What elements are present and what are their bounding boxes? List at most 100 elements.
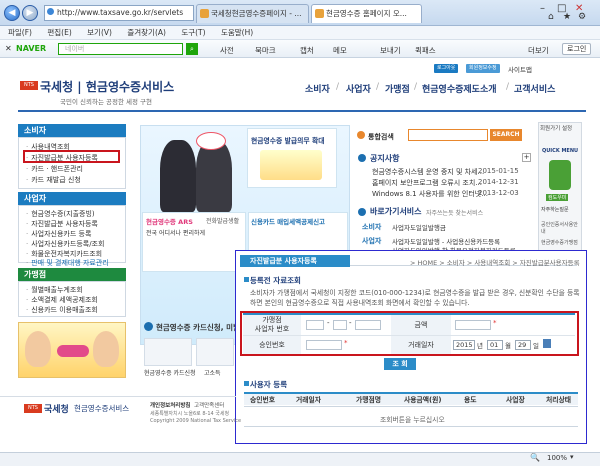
- zoom-dropdown-icon[interactable]: ▾: [570, 453, 574, 461]
- member-edit-button[interactable]: 회원정보수정: [466, 64, 500, 73]
- gnb-consumer[interactable]: 소비자: [305, 82, 330, 95]
- lnb-biz-self-issued[interactable]: 자진발급분 사용자등록: [26, 219, 98, 229]
- logout-button[interactable]: 로그아웃: [434, 64, 459, 73]
- lnb-small-payment[interactable]: 소액결제 세액공제조회: [26, 295, 98, 305]
- high-income-tile[interactable]: [196, 338, 234, 366]
- tab-2[interactable]: 현금영수증 홈페이지 오...: [311, 4, 422, 23]
- footer-logo-text: 국세청: [44, 405, 69, 415]
- promo-person-image: [25, 331, 51, 367]
- zoom-level[interactable]: 100%: [547, 454, 567, 462]
- naver-search-input[interactable]: 네이버: [58, 43, 183, 55]
- lnb-consumer-header[interactable]: 소비자: [18, 124, 126, 137]
- nts-logo: NTS: [20, 81, 38, 90]
- sitemap-link[interactable]: 사이트맵: [508, 64, 532, 74]
- dictionary-button[interactable]: 사전: [220, 45, 234, 56]
- site-logo-title[interactable]: 국세청 | 현금영수증서비스: [40, 78, 174, 95]
- guide-bullet-icon: [358, 208, 366, 216]
- address-bar[interactable]: http://www.taxsave.go.kr/servlets: [44, 5, 194, 21]
- helper-label[interactable]: 컴도우미: [546, 194, 569, 201]
- notice-item[interactable]: Windows 8.1 사용자를 위한 인터넷...: [372, 189, 488, 199]
- col-approval-number: 승인번호: [250, 396, 276, 404]
- banner-model-image: [196, 140, 232, 212]
- footer-address: 세종특별자치시 노을6로 8-14 국세청: [150, 411, 230, 417]
- privacy-policy-link[interactable]: 개인정보처리방침: [150, 401, 190, 409]
- minimize-icon[interactable]: –: [540, 3, 545, 14]
- cert-guide-link[interactable]: 공인인증서사용안내: [541, 222, 581, 236]
- bookmark-button[interactable]: 북마크: [255, 45, 276, 56]
- forward-button[interactable]: ▶: [22, 5, 38, 21]
- menu-help[interactable]: 도움말(H): [221, 28, 253, 37]
- gnb-merchant[interactable]: 가맹점: [385, 82, 410, 95]
- quick-service-sub: 자주쓰는듯 찾는서비스: [426, 210, 484, 217]
- lnb-credit-sales[interactable]: 신용카드 이용매출조회: [26, 305, 98, 315]
- menu-file[interactable]: 파일(F): [8, 28, 32, 37]
- menu-favorites[interactable]: 즐겨찾기(A): [127, 28, 166, 37]
- query-button[interactable]: 조 회: [384, 358, 416, 370]
- customer-center-link[interactable]: 고객만족센터: [194, 401, 224, 409]
- bullet-icon: [144, 322, 153, 331]
- faq-link[interactable]: 자주하는질문: [541, 206, 569, 213]
- lnb-monthly-sales[interactable]: 월별매출누계조회: [26, 285, 83, 295]
- card-apply-link[interactable]: 현금영수증 카드신청: [144, 368, 196, 377]
- status-bar: [0, 452, 600, 466]
- menu-edit[interactable]: 편집(E): [47, 28, 71, 37]
- guide-consumer-item[interactable]: 사업자도일일발행금: [392, 222, 446, 232]
- back-button[interactable]: ◀: [4, 5, 20, 21]
- lnb-sales-agency[interactable]: 판매 및 결제대행 자료관리: [26, 258, 109, 268]
- lnb-card-reissue[interactable]: 카드 재발급 신청: [26, 175, 81, 185]
- high-income-link[interactable]: 고소득: [204, 368, 221, 377]
- more-button[interactable]: 더보기: [528, 45, 549, 56]
- naver-search-icon[interactable]: ⌕: [186, 43, 198, 55]
- lnb-biz-card-query[interactable]: 사업자신용카드등록/조회: [26, 239, 104, 249]
- gnb-divider: /: [506, 82, 510, 92]
- memo-button[interactable]: 메모: [333, 45, 347, 56]
- lnb-merchant-header[interactable]: 가맹점: [18, 268, 126, 281]
- login-button[interactable]: 로그인: [562, 43, 592, 55]
- col-merchant-name: 가맹점명: [356, 396, 382, 404]
- footer-divider: [0, 396, 236, 397]
- zoom-icon[interactable]: 🔍: [530, 453, 540, 462]
- notice-more-icon[interactable]: +: [522, 153, 531, 162]
- promo-person-image: [93, 331, 119, 367]
- home-icon[interactable]: ⌂: [548, 12, 554, 22]
- footer-service-text: 현금영수증서비스: [74, 404, 130, 413]
- favorites-icon[interactable]: ★: [563, 12, 571, 22]
- search-button[interactable]: SEARCH: [490, 129, 522, 141]
- gnb-business[interactable]: 사업자: [346, 82, 371, 95]
- card-apply-tile[interactable]: [144, 338, 192, 366]
- menu-tools[interactable]: 도구(T): [181, 28, 205, 37]
- gnb-customer-service[interactable]: 고객서비스: [514, 82, 555, 95]
- section-pre-query-title: 등록전 자료조회: [250, 276, 301, 285]
- send-button[interactable]: 보내기: [380, 45, 401, 56]
- capture-button[interactable]: 캡처: [300, 45, 314, 56]
- site-tagline: 국민이 신뢰하는 공정한 세정 구현: [60, 98, 152, 106]
- ars-line: 전국 어디서나 편리하게: [146, 230, 206, 237]
- helper-character-icon[interactable]: [549, 160, 571, 190]
- gnb-system-intro[interactable]: 현금영수증제도소개: [422, 82, 497, 95]
- notice-title[interactable]: 공지사항: [370, 153, 399, 164]
- gear-icon[interactable]: ⚙: [578, 12, 586, 22]
- promo-banner-image[interactable]: [18, 322, 126, 378]
- gnb-divider: /: [376, 82, 380, 92]
- menu-view[interactable]: 보기(V): [87, 28, 112, 37]
- quick-settings-link[interactable]: 회원가기 설정: [540, 124, 572, 132]
- close-toolbar-icon[interactable]: ✕: [5, 44, 12, 53]
- guide-business-label: 사업자: [362, 237, 382, 245]
- notice-item[interactable]: 홈페이지 보안프로그램 오류시 조치...: [372, 178, 482, 188]
- quickpass-button[interactable]: 퀵패스: [415, 45, 436, 56]
- integrated-search-input[interactable]: [408, 129, 488, 141]
- section-bullet-icon: [244, 277, 249, 282]
- panel-title: 자진발급분 사용자등록: [240, 255, 350, 267]
- gnb-underline: [18, 110, 586, 112]
- lnb-business-header[interactable]: 사업자: [18, 192, 126, 205]
- card-apply-title: 현금영수증 카드신청, 미발급: [156, 323, 247, 332]
- notice-date: 2014-12-31: [478, 178, 519, 186]
- search-bullet-icon: [357, 131, 365, 139]
- col-transaction-date: 거래일자: [296, 396, 322, 404]
- notice-item[interactable]: 현금영수증시스템 운영 중지 및 차세...: [372, 167, 484, 177]
- merchant-link[interactable]: 현금영수증가맹점: [541, 240, 581, 247]
- tab-1[interactable]: 국세청현금영수증페이지 - ...: [196, 4, 309, 23]
- lnb-biz-card-register[interactable]: 사업자신용카드 등록: [26, 229, 91, 239]
- lnb-card-phone[interactable]: 카드 · 핸드폰관리: [26, 164, 83, 174]
- lnb-expense-receipt[interactable]: 현금영수증(지출증빙): [26, 209, 94, 219]
